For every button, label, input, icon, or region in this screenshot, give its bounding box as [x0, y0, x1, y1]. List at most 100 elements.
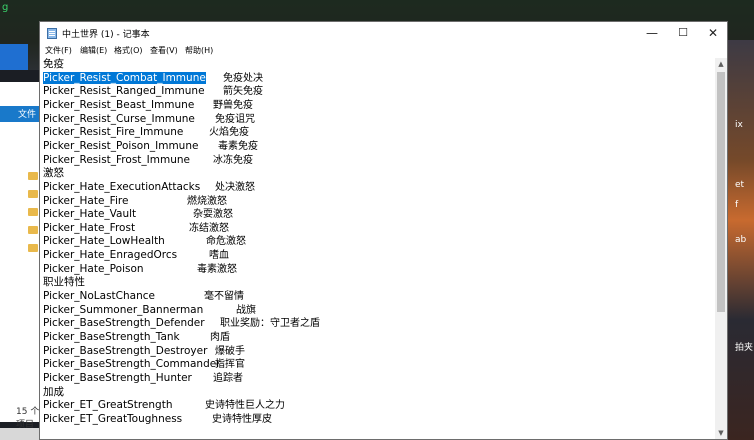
- minimize-button[interactable]: —: [637, 22, 667, 44]
- folder-icon[interactable]: [28, 208, 38, 216]
- line-code-text: Picker_Resist_Beast_Immune: [43, 98, 195, 111]
- text-line[interactable]: Picker_BaseStrength_Destroyer 爆破手: [43, 345, 245, 358]
- folder-icon[interactable]: [28, 172, 38, 180]
- line-translation-text: 嗜血: [209, 250, 229, 262]
- notepad-window[interactable]: 中土世界 (1) - 记事本 — ☐ ✕ 文件(F) 编辑(E) 格式(O) 查…: [39, 21, 728, 440]
- line-code-text: Picker_Hate_Vault: [43, 208, 137, 221]
- line-translation-text: 职业奖励：守卫者之盾: [220, 318, 320, 330]
- text-line[interactable]: Picker_NoLastChance 毫不留情: [43, 290, 244, 303]
- line-code-text: 职业特性: [43, 276, 85, 289]
- menu-view[interactable]: 查看(V): [150, 45, 178, 56]
- explorer-file-tab[interactable]: 文件: [18, 107, 36, 120]
- menu-help[interactable]: 帮助(H): [185, 45, 213, 56]
- close-button[interactable]: ✕: [698, 22, 728, 44]
- text-editor-area[interactable]: 免疫 Picker_Resist_Combat_Immune 免疫处决 Picker_…: [40, 58, 713, 439]
- line-translation-text: 燃烧激怒: [187, 195, 227, 207]
- text-line[interactable]: Picker_BaseStrength_Tank 肉盾: [43, 331, 230, 344]
- line-code-text: 激怒: [43, 167, 64, 180]
- text-line[interactable]: 免疫: [43, 58, 64, 71]
- menu-bar: 文件(F) 编辑(E) 格式(O) 查看(V) 帮助(H): [40, 44, 727, 58]
- line-code-text: 加成: [43, 385, 64, 398]
- line-code-text: Picker_NoLastChance: [43, 290, 155, 303]
- text-line[interactable]: Picker_Hate_Frost 冻结激怒: [43, 222, 229, 235]
- text-line[interactable]: Picker_Hate_Fire 燃烧激怒: [43, 194, 227, 208]
- text-line[interactable]: Picker_Resist_Fire_Immune 火焰免疫: [43, 126, 249, 139]
- line-code-text: Picker_Hate_EnragedOrcs: [43, 249, 178, 262]
- line-code-text: 免疫: [43, 58, 64, 70]
- line-code-text: Picker_BaseStrength_Hunter: [43, 371, 192, 384]
- line-code-text: Picker_ET_GreatToughness: [43, 412, 183, 425]
- text-line[interactable]: 职业特性: [43, 276, 85, 289]
- line-translation-text: 火焰免疫: [209, 127, 249, 139]
- text-line[interactable]: 激怒: [43, 167, 64, 180]
- text-line[interactable]: Picker_Summoner_Bannerman 战旗: [43, 303, 256, 317]
- wallpaper-label: ix: [735, 120, 743, 130]
- file-explorer-window[interactable]: 文件 15 个项目: [0, 82, 41, 430]
- line-translation-text: 战旗: [236, 304, 256, 316]
- text-line[interactable]: Picker_Hate_ExecutionAttacks 处决激怒: [43, 180, 255, 194]
- line-code-text: Picker_ET_GreatStrength: [43, 399, 173, 412]
- line-translation-text: 免疫诅咒: [215, 113, 255, 125]
- text-line[interactable]: Picker_BaseStrength_Commander 指挥官: [43, 358, 245, 371]
- text-line[interactable]: Picker_Resist_Curse_Immune 免疫诅咒: [43, 112, 255, 126]
- line-translation-text: 毒素激怒: [197, 263, 237, 275]
- scrollbar-thumb[interactable]: [717, 72, 725, 312]
- line-translation-text: 野兽免疫: [213, 99, 253, 111]
- text-line[interactable]: Picker_Resist_Beast_Immune 野兽免疫: [43, 98, 253, 112]
- line-translation-text: 追踪者: [213, 372, 243, 384]
- window-title: 中土世界 (1) - 记事本: [62, 30, 150, 40]
- text-line[interactable]: Picker_Resist_Combat_Immune 免疫处决: [43, 71, 263, 85]
- title-bar[interactable]: 中土世界 (1) - 记事本 — ☐ ✕: [40, 22, 727, 44]
- line-code-text: Picker_Hate_ExecutionAttacks: [43, 180, 201, 193]
- line-code-text: Picker_Resist_Poison_Immune: [43, 139, 199, 152]
- line-translation-text: 史诗特性巨人之力: [205, 400, 285, 412]
- wallpaper-label: et: [735, 180, 745, 190]
- text-line[interactable]: Picker_BaseStrength_Hunter 追踪者: [43, 371, 243, 385]
- text-line[interactable]: Picker_Hate_Poison 毒素激怒: [43, 262, 237, 276]
- text-line[interactable]: Picker_Hate_LowHealth 命危激怒: [43, 235, 246, 248]
- text-line[interactable]: Picker_Resist_Ranged_Immune 箭矢免疫: [43, 85, 263, 98]
- line-translation-text: 冰冻免疫: [213, 154, 253, 166]
- line-translation-text: 肉盾: [210, 332, 230, 343]
- line-code-text: Picker_Hate_Poison: [43, 262, 144, 275]
- line-code-text: Picker_BaseStrength_Defender: [43, 317, 205, 330]
- line-translation-text: 指挥官: [215, 359, 245, 371]
- folder-icon[interactable]: [28, 226, 38, 234]
- text-line[interactable]: Picker_Hate_EnragedOrcs 嗜血: [43, 249, 229, 262]
- line-code-text: Picker_Resist_Fire_Immune: [43, 126, 184, 139]
- text-line[interactable]: 加成: [43, 386, 64, 399]
- text-line[interactable]: Picker_Resist_Frost_Immune 冰冻免疫: [43, 154, 253, 167]
- line-translation-text: 免疫处决: [223, 72, 263, 84]
- line-translation-text: 冻结激怒: [189, 222, 229, 234]
- scroll-down-icon[interactable]: ▼: [715, 427, 727, 439]
- explorer-ribbon[interactable]: 文件: [0, 106, 40, 122]
- menu-file[interactable]: 文件(F): [45, 45, 72, 56]
- line-translation-text: 杂耍激怒: [193, 209, 233, 221]
- line-code-text: Picker_Hate_Fire: [43, 194, 129, 207]
- line-translation-text: 箭矢免疫: [223, 86, 263, 98]
- vertical-scrollbar[interactable]: ▲ ▼: [715, 58, 727, 439]
- text-line[interactable]: Picker_Hate_Vault 杂耍激怒: [43, 208, 233, 221]
- folder-icon[interactable]: [28, 190, 38, 198]
- line-code-text: Picker_Resist_Combat_Immune: [43, 71, 206, 84]
- desktop-shortcut-icon[interactable]: [0, 44, 28, 70]
- notepad-icon: [47, 28, 57, 39]
- scroll-up-icon[interactable]: ▲: [715, 58, 727, 70]
- line-code-text: Picker_Resist_Ranged_Immune: [43, 85, 205, 98]
- text-line[interactable]: Picker_BaseStrength_Defender 职业奖励：守卫者之盾: [43, 317, 320, 330]
- line-translation-text: 命危激怒: [206, 236, 246, 248]
- desktop-text: g: [2, 2, 9, 13]
- text-line[interactable]: Picker_ET_GreatStrength 史诗特性巨人之力: [43, 399, 285, 412]
- text-line[interactable]: Picker_Resist_Poison_Immune 毒素免疫: [43, 139, 258, 153]
- folder-icon[interactable]: [28, 244, 38, 252]
- line-code-text: Picker_Summoner_Bannerman: [43, 303, 204, 316]
- menu-format[interactable]: 格式(O): [114, 45, 143, 56]
- menu-edit[interactable]: 编辑(E): [80, 45, 107, 56]
- maximize-button[interactable]: ☐: [668, 22, 698, 44]
- text-line[interactable]: Picker_ET_GreatToughness 史诗特性厚皮: [43, 412, 272, 426]
- line-code-text: Picker_Resist_Curse_Immune: [43, 112, 195, 125]
- wallpaper-label: f: [735, 200, 739, 210]
- line-translation-text: 毒素免疫: [218, 140, 258, 152]
- line-translation-text: 处决激怒: [215, 181, 255, 193]
- line-translation-text: 毫不留情: [204, 291, 244, 303]
